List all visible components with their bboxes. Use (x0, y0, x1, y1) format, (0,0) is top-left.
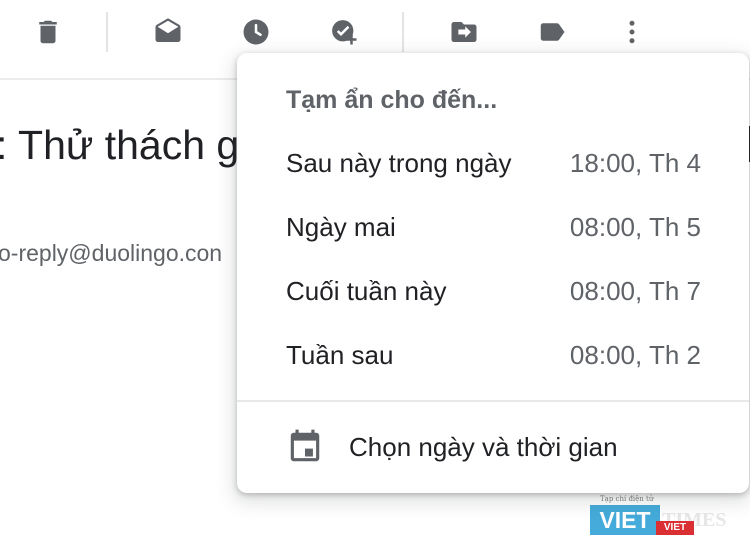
menu-divider (237, 400, 749, 402)
snooze-menu-title: Tạm ẩn cho đến... (286, 86, 498, 114)
move-to-icon[interactable] (444, 12, 484, 52)
watermark-sub: VIET (656, 521, 694, 535)
snooze-option-label: Ngày mai (286, 212, 396, 242)
toolbar-separator (106, 12, 108, 52)
toolbar-separator (402, 12, 404, 52)
mark-as-read-icon[interactable] (148, 12, 188, 52)
snooze-icon[interactable] (236, 12, 276, 52)
snooze-option-label: Tuần sau (286, 340, 394, 370)
calendar-icon (290, 429, 320, 462)
email-subject: : Thử thách g (0, 122, 240, 168)
delete-icon[interactable] (28, 12, 68, 52)
snooze-option-time: 08:00, Th 5 (569, 212, 701, 242)
email-sender[interactable]: o-reply@duolingo.con (0, 240, 222, 267)
viettimes-watermark: Tạp chí điện tử VIET TIMES VIET (590, 495, 742, 545)
snooze-option-label: Cuối tuần này (286, 276, 447, 306)
snooze-menu: Tạm ẩn cho đến... Sau này trong ngày 18:… (237, 53, 749, 493)
more-vert-icon[interactable] (612, 12, 652, 52)
pick-date-time-option[interactable]: Chọn ngày và thời gian (237, 414, 749, 480)
snooze-option-label: Sau này trong ngày (286, 148, 512, 178)
watermark-viet: VIET (590, 505, 660, 535)
pick-date-time-label: Chọn ngày và thời gian (349, 432, 618, 462)
snooze-option-later-today[interactable]: Sau này trong ngày 18:00, Th 4 (237, 132, 749, 196)
snooze-option-time: 18:00, Th 4 (569, 148, 701, 178)
snooze-option-time: 08:00, Th 7 (569, 276, 701, 306)
snooze-option-next-week[interactable]: Tuần sau 08:00, Th 2 (237, 324, 749, 388)
add-to-tasks-icon[interactable] (324, 12, 364, 52)
snooze-option-tomorrow[interactable]: Ngày mai 08:00, Th 5 (237, 196, 749, 260)
snooze-option-this-weekend[interactable]: Cuối tuần này 08:00, Th 7 (237, 260, 749, 324)
snooze-option-time: 08:00, Th 2 (569, 340, 701, 370)
watermark-small-text: Tạp chí điện tử (600, 495, 654, 503)
label-icon[interactable] (532, 12, 572, 52)
